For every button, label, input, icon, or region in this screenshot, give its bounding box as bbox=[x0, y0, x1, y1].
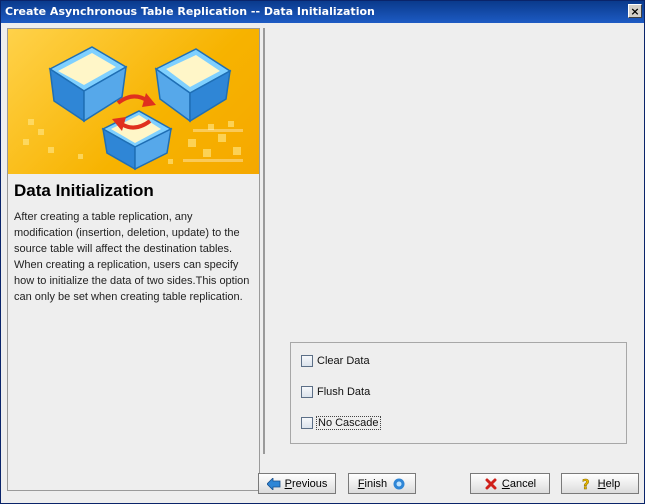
left-info-pane: Data Initialization After creating a tab… bbox=[7, 28, 260, 491]
clear-data-option[interactable]: Clear Data bbox=[301, 353, 370, 369]
window-title: Create Asynchronous Table Replication --… bbox=[5, 5, 375, 18]
no-cascade-label: No Cascade bbox=[316, 416, 381, 430]
previous-button[interactable]: Previous bbox=[258, 473, 336, 494]
clear-data-checkbox[interactable] bbox=[301, 355, 313, 367]
replication-banner-image bbox=[8, 29, 259, 174]
help-mnemonic: H bbox=[597, 477, 606, 490]
replication-illustration-icon bbox=[23, 46, 243, 171]
dialog-window: Create Asynchronous Table Replication --… bbox=[0, 0, 645, 504]
previous-label: revious bbox=[291, 477, 328, 490]
panel-title: Data Initialization bbox=[14, 181, 154, 200]
finish-button[interactable]: Finish bbox=[348, 473, 416, 494]
panel-description: After creating a table replication, any … bbox=[14, 211, 250, 303]
finish-dot-icon bbox=[392, 477, 406, 491]
pane-divider bbox=[263, 28, 265, 454]
cancel-label: ancel bbox=[509, 477, 537, 490]
no-cascade-checkbox[interactable] bbox=[301, 417, 313, 429]
flush-data-option[interactable]: Flush Data bbox=[301, 384, 370, 400]
previous-mnemonic: P bbox=[284, 477, 292, 490]
flush-data-checkbox[interactable] bbox=[301, 386, 313, 398]
close-icon: × bbox=[630, 5, 640, 18]
title-bar: Create Asynchronous Table Replication --… bbox=[1, 1, 644, 23]
clear-data-label: Clear Data bbox=[317, 355, 370, 367]
help-button[interactable]: ? Help bbox=[561, 473, 639, 494]
close-button[interactable]: × bbox=[628, 4, 642, 18]
finish-mnemonic: F bbox=[357, 477, 365, 490]
finish-label: inish bbox=[364, 477, 388, 490]
cancel-x-icon bbox=[484, 477, 498, 491]
cancel-mnemonic: C bbox=[501, 477, 510, 490]
svg-text:?: ? bbox=[582, 478, 590, 491]
help-question-icon: ? bbox=[580, 477, 594, 491]
no-cascade-option[interactable]: No Cascade bbox=[301, 415, 381, 431]
help-label: elp bbox=[605, 477, 621, 490]
flush-data-label: Flush Data bbox=[317, 386, 371, 398]
arrow-left-icon bbox=[266, 477, 281, 491]
initialization-options-group: Clear Data Flush Data No Cascade bbox=[290, 342, 627, 444]
cancel-button[interactable]: Cancel bbox=[470, 473, 550, 494]
